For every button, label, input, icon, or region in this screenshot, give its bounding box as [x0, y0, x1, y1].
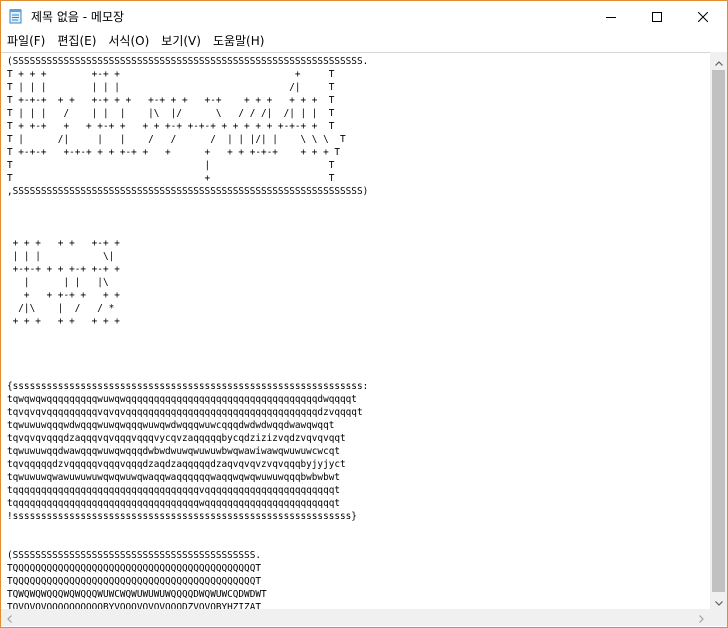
chevron-up-icon: [714, 51, 723, 70]
notepad-window: 제목 없음 - 메모장 파일(F) 편집(E) 서식(O) 보기(V) 도움말(…: [0, 0, 728, 628]
menu-view[interactable]: 보기(V): [155, 32, 207, 51]
window-title: 제목 없음 - 메모장: [31, 10, 125, 24]
menu-help[interactable]: 도움말(H): [207, 32, 271, 51]
scroll-up-button[interactable]: [710, 52, 727, 69]
scroll-down-button[interactable]: [710, 592, 727, 609]
maximize-button[interactable]: [634, 1, 680, 31]
minimize-icon: [606, 7, 616, 26]
vertical-scrollbar[interactable]: [710, 52, 727, 609]
menu-bar: 파일(F) 편집(E) 서식(O) 보기(V) 도움말(H): [1, 31, 727, 53]
notepad-icon[interactable]: [9, 8, 23, 24]
title-bar[interactable]: 제목 없음 - 메모장: [1, 1, 727, 31]
menu-edit[interactable]: 편집(E): [51, 32, 102, 51]
horizontal-scrollbar[interactable]: [1, 609, 710, 626]
menu-file[interactable]: 파일(F): [1, 32, 51, 51]
scroll-left-button[interactable]: [1, 609, 18, 626]
close-button[interactable]: [680, 1, 726, 31]
chevron-left-icon: [7, 608, 12, 627]
menu-format[interactable]: 서식(O): [102, 32, 155, 51]
scroll-right-button[interactable]: [693, 609, 710, 626]
maximize-icon: [652, 7, 662, 26]
chevron-down-icon: [714, 591, 723, 610]
chevron-right-icon: [699, 608, 704, 627]
vertical-scroll-thumb[interactable]: [712, 70, 725, 592]
scrollbar-corner: [710, 609, 727, 626]
minimize-button[interactable]: [588, 1, 634, 31]
close-icon: [697, 7, 709, 26]
editor-text[interactable]: (SSSSSSSSSSSSSSSSSSSSSSSSSSSSSSSSSSSSSSS…: [7, 55, 368, 610]
text-editor-area[interactable]: (SSSSSSSSSSSSSSSSSSSSSSSSSSSSSSSSSSSSSSS…: [1, 52, 710, 610]
